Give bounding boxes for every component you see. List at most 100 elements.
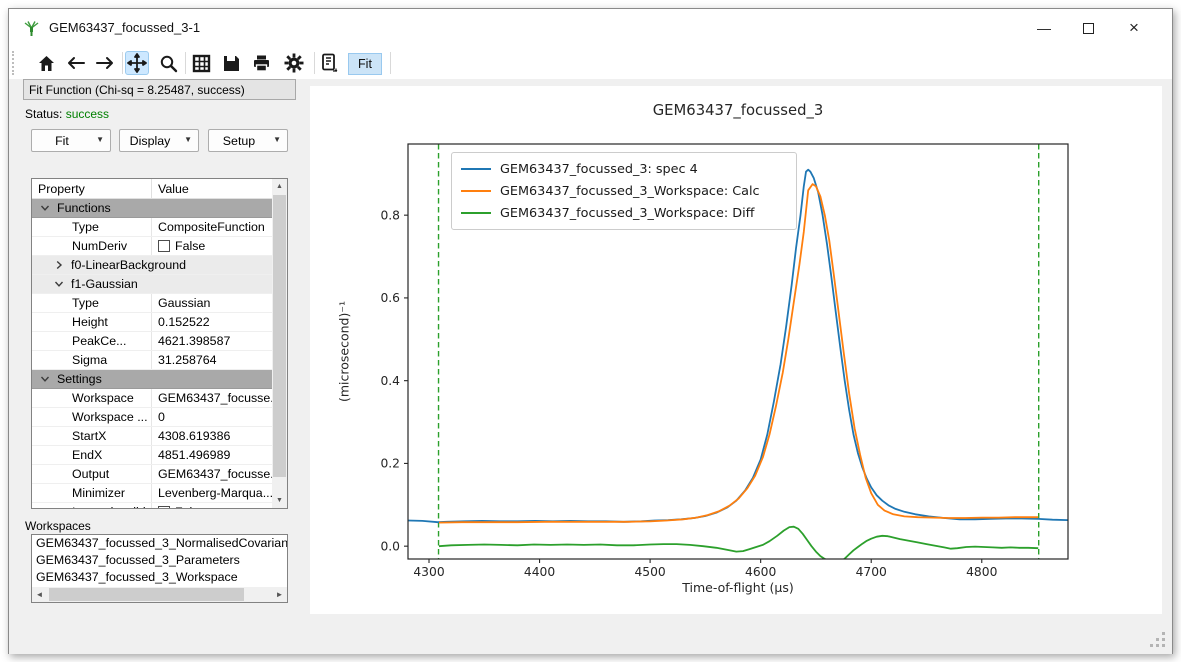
- property-row-sigma[interactable]: Sigma31.258764: [32, 351, 287, 370]
- property-label: Type: [32, 294, 152, 312]
- toolbar-separator: [314, 52, 315, 74]
- section-row-functions[interactable]: Functions: [32, 199, 287, 218]
- checkbox[interactable]: [158, 506, 170, 509]
- property-row-height[interactable]: Height0.152522: [32, 313, 287, 332]
- workspace-item[interactable]: GEM63437_focussed_3_Workspace: [32, 569, 287, 586]
- property-label: NumDeriv: [32, 237, 152, 255]
- property-row-type[interactable]: Type CompositeFunction: [32, 218, 287, 237]
- legend-entry: GEM63437_focussed_3_Workspace: Diff: [461, 202, 788, 224]
- property-row-workspace[interactable]: Workspace ...0: [32, 408, 287, 427]
- property-value: Gaussian: [158, 296, 210, 310]
- scroll-up-icon[interactable]: ▲: [272, 179, 287, 194]
- property-table-body: FunctionsTypeCompositeFunctionNumDerivFa…: [32, 199, 287, 509]
- horizontal-scrollbar[interactable]: ◄ ►: [32, 587, 287, 602]
- property-row-peakce[interactable]: PeakCe...4621.398587: [32, 332, 287, 351]
- vertical-scrollbar[interactable]: ▲ ▼: [272, 179, 287, 508]
- svg-text:0.0: 0.0: [380, 539, 400, 553]
- minimize-icon: —: [1037, 20, 1051, 36]
- property-label: Type: [32, 218, 152, 236]
- property-label: Output: [32, 465, 152, 483]
- display-dropdown-button[interactable]: Display▼: [119, 129, 199, 152]
- property-value: GEM63437_focusse...: [158, 391, 281, 405]
- grid-button[interactable]: [189, 51, 213, 75]
- resize-grip[interactable]: [1150, 632, 1166, 648]
- forward-button[interactable]: [93, 51, 117, 75]
- back-button[interactable]: [64, 51, 88, 75]
- zoom-button[interactable]: [156, 51, 180, 75]
- chevron-expanded-icon[interactable]: [40, 374, 50, 384]
- arrow-left-icon: [66, 55, 86, 71]
- fit-button-label: Fit: [358, 57, 372, 71]
- fit-status: Status: success: [25, 107, 109, 121]
- property-row-workspace[interactable]: WorkspaceGEM63437_focusse...: [32, 389, 287, 408]
- plot-toolbar: Fit: [9, 47, 1172, 79]
- property-row-ignore-invalid-data[interactable]: Ignore invalid dataFalse: [32, 503, 287, 509]
- close-icon: ×: [1129, 18, 1139, 38]
- scrollbar-thumb[interactable]: [49, 588, 244, 601]
- fit-dropdown-button[interactable]: Fit ▼: [31, 129, 111, 152]
- column-header-property: Property: [32, 179, 152, 198]
- svg-text:0.8: 0.8: [380, 208, 400, 222]
- property-value: False: [175, 505, 205, 509]
- chevron-down-icon: ▼: [96, 135, 104, 144]
- status-bar: [9, 616, 1172, 654]
- home-button[interactable]: [34, 51, 58, 75]
- fit-toolbar-button[interactable]: Fit: [348, 53, 382, 75]
- scroll-right-icon[interactable]: ►: [272, 587, 287, 602]
- fit-dropdown-label: Fit: [32, 134, 92, 148]
- title-bar[interactable]: GEM63437_focussed_3-1 — ×: [9, 9, 1172, 47]
- property-value: 0: [158, 410, 165, 424]
- scrollbar-thumb[interactable]: [273, 195, 286, 477]
- plot-figure[interactable]: 4300440045004600470048000.00.20.40.60.8 …: [310, 86, 1162, 614]
- workspace-item[interactable]: GEM63437_focussed_3_NormalisedCovariance…: [32, 535, 287, 552]
- pan-icon: [127, 53, 147, 73]
- property-row-startx[interactable]: StartX4308.619386: [32, 427, 287, 446]
- legend-entry: GEM63437_focussed_3: spec 4: [461, 158, 788, 180]
- chevron-expanded-icon[interactable]: [40, 203, 50, 213]
- chevron-down-icon: ▼: [184, 135, 192, 144]
- minimize-button[interactable]: —: [1027, 13, 1061, 43]
- property-value: CompositeFunction: [158, 220, 265, 234]
- chevron-collapsed-icon[interactable]: [54, 260, 64, 270]
- pan-button[interactable]: [125, 51, 149, 75]
- generate-script-button[interactable]: [318, 51, 342, 75]
- setup-dropdown-button[interactable]: Setup▼: [208, 129, 288, 152]
- property-value: Levenberg-Marqua...: [158, 486, 273, 500]
- svg-text:0.2: 0.2: [380, 457, 400, 471]
- section-row-settings[interactable]: Settings: [32, 370, 287, 389]
- chevron-down-icon: ▼: [273, 135, 281, 144]
- property-row-endx[interactable]: EndX4851.496989: [32, 446, 287, 465]
- property-label: PeakCe...: [32, 332, 152, 350]
- maximize-button[interactable]: [1071, 13, 1105, 43]
- workspace-item[interactable]: GEM63437_focussed_3_Parameters: [32, 552, 287, 569]
- svg-text:0.6: 0.6: [380, 291, 400, 305]
- property-row-output[interactable]: Output GEM63437_focusse...: [32, 465, 287, 484]
- property-row-numderiv[interactable]: NumDerivFalse: [32, 237, 287, 256]
- function-label: f0-LinearBackground: [71, 258, 186, 272]
- customize-button[interactable]: [282, 51, 306, 75]
- print-button[interactable]: [249, 51, 273, 75]
- property-value: 31.258764: [158, 353, 217, 367]
- scroll-left-icon[interactable]: ◄: [32, 587, 47, 602]
- property-row-type[interactable]: Type Gaussian: [32, 294, 287, 313]
- checkbox[interactable]: [158, 240, 170, 252]
- function-row-f0-linearbackground[interactable]: f0-LinearBackground: [32, 256, 287, 275]
- close-button[interactable]: ×: [1117, 13, 1151, 43]
- legend-label: GEM63437_focussed_3: spec 4: [500, 162, 698, 177]
- property-value: GEM63437_focusse...: [158, 467, 281, 481]
- y-axis-label: (microsecond)⁻¹: [337, 232, 352, 472]
- status-label: Status:: [25, 107, 62, 121]
- status-value: success: [66, 107, 109, 121]
- svg-text:0.4: 0.4: [380, 374, 400, 388]
- scroll-down-icon[interactable]: ▼: [272, 493, 287, 508]
- chevron-expanded-icon[interactable]: [54, 279, 64, 289]
- function-row-f1-gaussian[interactable]: f1-Gaussian: [32, 275, 287, 294]
- save-button[interactable]: [219, 51, 243, 75]
- toolbar-separator: [185, 52, 186, 74]
- grid-icon: [192, 54, 211, 73]
- toolbar-drag-handle[interactable]: [12, 51, 14, 75]
- legend-line-swatch: [461, 212, 491, 214]
- property-row-minimizer[interactable]: MinimizerLevenberg-Marqua...: [32, 484, 287, 503]
- home-icon: [37, 54, 56, 73]
- app-window: GEM63437_focussed_3-1 — ×: [8, 8, 1173, 654]
